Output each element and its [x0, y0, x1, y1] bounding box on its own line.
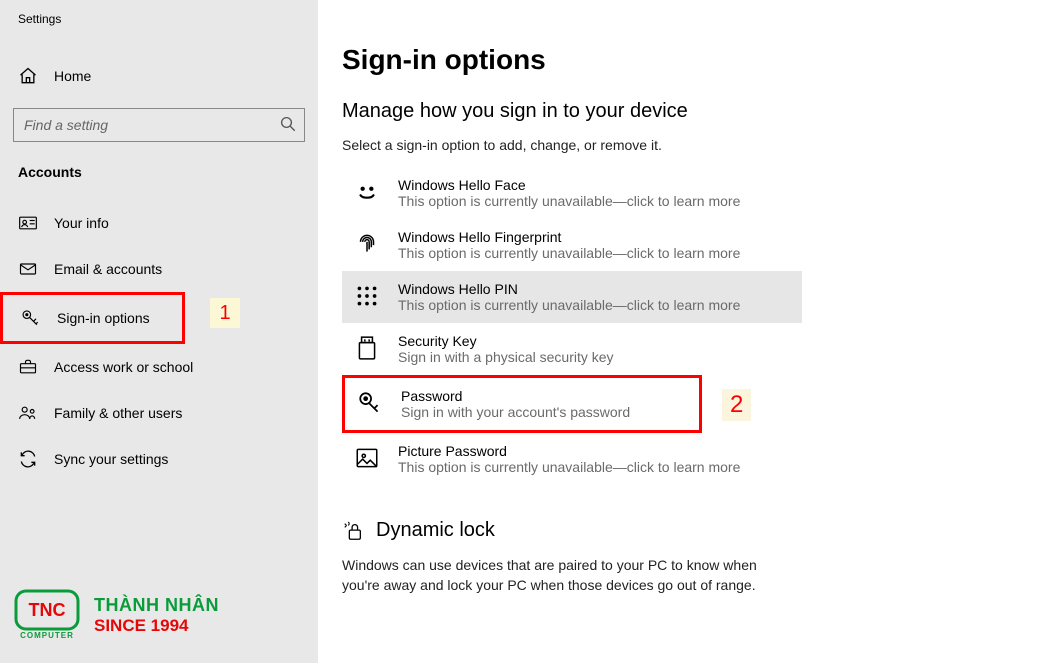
sidebar-home[interactable]: Home — [0, 56, 318, 96]
option-desc: This option is currently unavailable—cli… — [398, 297, 790, 313]
option-desc: This option is currently unavailable—cli… — [398, 459, 790, 475]
option-picture-password[interactable]: Picture Password This option is currentl… — [342, 433, 802, 485]
picture-icon — [354, 445, 384, 471]
option-desc: This option is currently unavailable—cli… — [398, 193, 790, 209]
subtitle: Manage how you sign in to your device — [342, 100, 1038, 123]
home-icon — [18, 66, 40, 86]
sidebar: Settings Home Accounts Your info — [0, 0, 318, 663]
sidebar-item-label: Your info — [54, 215, 109, 231]
option-desc: Sign in with your account's password — [401, 404, 687, 420]
pin-keypad-icon — [354, 283, 384, 309]
sidebar-item-label: Email & accounts — [54, 261, 162, 277]
user-card-icon — [18, 213, 40, 233]
dynamic-lock-desc: Windows can use devices that are paired … — [342, 556, 782, 595]
people-icon — [18, 403, 40, 423]
face-icon — [354, 179, 384, 205]
option-title: Windows Hello Fingerprint — [398, 229, 790, 245]
option-title: Password — [401, 388, 687, 404]
tnc-logo-icon: TNC COMPUTER — [14, 587, 86, 643]
logo-name: THÀNH NHÂN — [94, 595, 219, 616]
annotation-badge-1: 1 — [210, 298, 240, 328]
search-input[interactable] — [13, 108, 305, 142]
search-wrap — [13, 108, 305, 142]
fingerprint-icon — [354, 231, 384, 257]
option-title: Security Key — [398, 333, 790, 349]
sidebar-item-label: Sign-in options — [57, 310, 150, 326]
sidebar-item-email-accounts[interactable]: Email & accounts — [0, 246, 318, 292]
sidebar-item-sync[interactable]: Sync your settings — [0, 436, 318, 482]
annotation-badge-2: 2 — [722, 389, 751, 421]
option-password[interactable]: Password Sign in with your account's pas… — [342, 375, 702, 433]
usb-key-icon — [354, 335, 384, 361]
dynamic-lock-icon — [342, 520, 366, 542]
svg-text:COMPUTER: COMPUTER — [20, 631, 74, 640]
main-content: Sign-in options Manage how you sign in t… — [318, 0, 1038, 595]
logo-block: TNC COMPUTER THÀNH NHÂN SINCE 1994 — [14, 587, 219, 643]
option-hello-fingerprint[interactable]: Windows Hello Fingerprint This option is… — [342, 219, 802, 271]
sidebar-item-family[interactable]: Family & other users — [0, 390, 318, 436]
svg-text:TNC: TNC — [29, 600, 66, 620]
option-security-key[interactable]: Security Key Sign in with a physical sec… — [342, 323, 802, 375]
sidebar-item-label: Family & other users — [54, 405, 182, 421]
dynamic-lock-heading: Dynamic lock — [342, 519, 1038, 542]
dynamic-lock-title: Dynamic lock — [376, 519, 495, 542]
option-title: Windows Hello Face — [398, 177, 790, 193]
sidebar-item-signin-options[interactable]: Sign-in options — [0, 292, 185, 344]
option-hello-face[interactable]: Windows Hello Face This option is curren… — [342, 167, 802, 219]
signin-option-list: Windows Hello Face This option is curren… — [342, 167, 802, 485]
sidebar-section-accounts: Accounts — [0, 142, 318, 186]
option-title: Picture Password — [398, 443, 790, 459]
option-title: Windows Hello PIN — [398, 281, 790, 297]
instruction-text: Select a sign-in option to add, change, … — [342, 137, 1038, 153]
option-hello-pin[interactable]: Windows Hello PIN This option is current… — [342, 271, 802, 323]
sidebar-item-label: Sync your settings — [54, 451, 168, 467]
sidebar-item-your-info[interactable]: Your info — [0, 200, 318, 246]
search-icon — [279, 115, 297, 133]
password-key-icon — [357, 390, 387, 416]
briefcase-icon — [18, 357, 40, 377]
key-icon — [21, 308, 43, 328]
mail-icon — [18, 259, 40, 279]
sync-icon — [18, 449, 40, 469]
option-desc: This option is currently unavailable—cli… — [398, 245, 790, 261]
option-desc: Sign in with a physical security key — [398, 349, 790, 365]
logo-since: SINCE 1994 — [94, 616, 219, 636]
sidebar-item-label: Access work or school — [54, 359, 193, 375]
page-title: Sign-in options — [342, 44, 1038, 76]
window-title: Settings — [0, 8, 318, 26]
sidebar-item-access-work[interactable]: Access work or school — [0, 344, 318, 390]
sidebar-home-label: Home — [54, 68, 91, 84]
